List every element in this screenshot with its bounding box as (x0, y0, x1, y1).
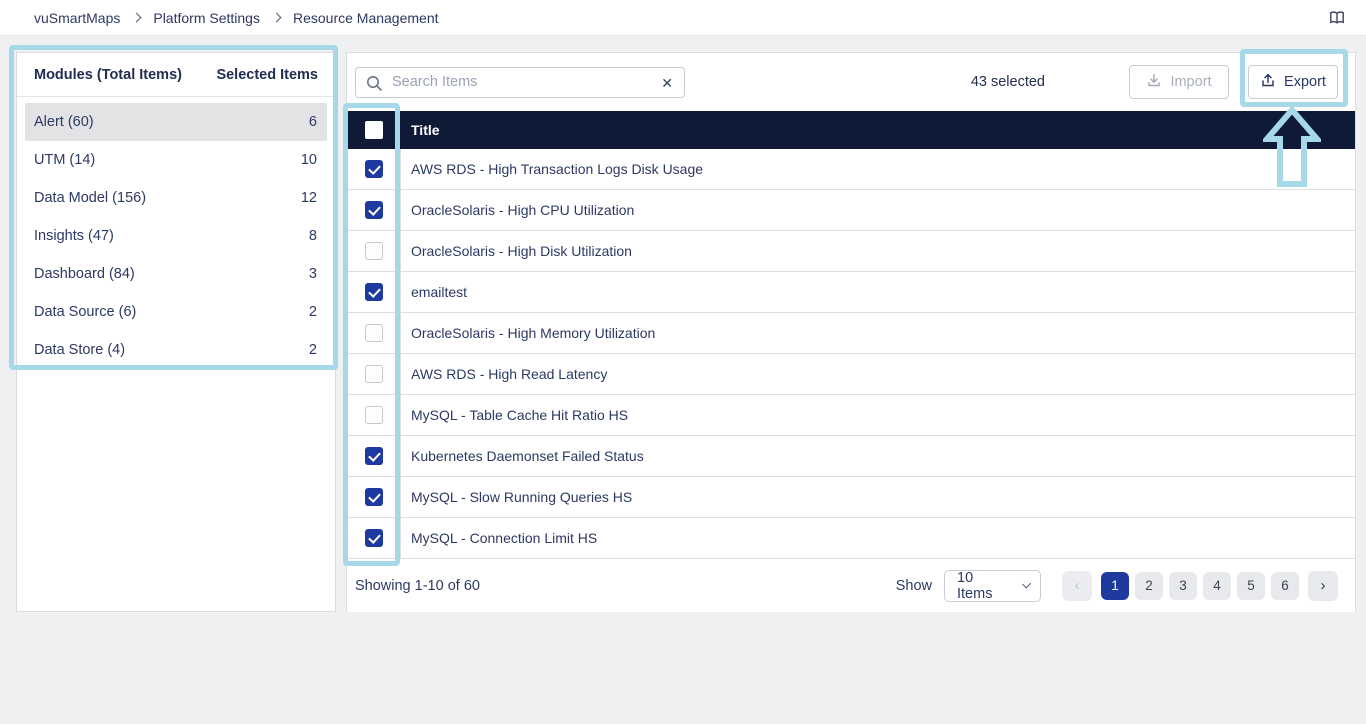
selected-items-header-label: Selected Items (216, 66, 318, 83)
module-selected-count: 2 (308, 304, 317, 320)
table-row: emailtest (347, 272, 1355, 313)
page-button[interactable]: 1 (1101, 571, 1129, 600)
row-title: MySQL - Connection Limit HS (411, 530, 598, 546)
prev-page-button[interactable]: ‹ (1062, 570, 1092, 601)
table-header: Title (347, 111, 1355, 149)
table-row: AWS RDS - High Read Latency (347, 354, 1355, 395)
table-row: MySQL - Connection Limit HS (347, 518, 1355, 559)
row-title: MySQL - Table Cache Hit Ratio HS (411, 407, 629, 423)
page-button[interactable]: 4 (1203, 571, 1231, 600)
module-label: Insights (47) (34, 228, 114, 244)
show-label: Show (895, 577, 932, 594)
breadcrumb-vusmartmaps[interactable]: vuSmartMaps (34, 10, 120, 26)
table-row: OracleSolaris - High Memory Utilization (347, 313, 1355, 354)
chevron-down-icon (1021, 579, 1031, 589)
page-size-value: 10 Items (957, 569, 993, 602)
sidebar-item-data-model[interactable]: Data Model (156) 12 (25, 179, 327, 217)
next-page-button[interactable]: › (1308, 570, 1338, 601)
table-row: Kubernetes Daemonset Failed Status (347, 436, 1355, 477)
upload-icon (1260, 72, 1276, 92)
page-button[interactable]: 2 (1135, 571, 1163, 600)
row-title: AWS RDS - High Read Latency (411, 366, 608, 382)
modules-panel: Modules (Total Items) Selected Items Ale… (16, 52, 336, 612)
module-label: Data Store (4) (34, 342, 126, 358)
table-row: OracleSolaris - High Disk Utilization (347, 231, 1355, 272)
page-button[interactable]: 3 (1169, 571, 1197, 600)
toolbar: ✕ 43 selected Import Export (347, 53, 1355, 111)
resource-list-panel: ✕ 43 selected Import Export (346, 52, 1356, 612)
row-title: OracleSolaris - High Disk Utilization (411, 243, 632, 259)
page-size-select[interactable]: 10 Items (944, 569, 1041, 602)
sidebar-item-data-store[interactable]: Data Store (4) 2 (25, 331, 327, 369)
table-row: AWS RDS - High Transaction Logs Disk Usa… (347, 149, 1355, 190)
import-label: Import (1170, 74, 1212, 90)
table-row: MySQL - Slow Running Queries HS (347, 477, 1355, 518)
row-checkbox[interactable] (364, 529, 383, 547)
top-bar: vuSmartMaps Platform Settings Resource M… (0, 0, 1366, 36)
modules-list: Alert (60) 6 UTM (14) 10 Data Model (156… (17, 97, 335, 369)
row-checkbox[interactable] (364, 201, 383, 219)
download-icon (1146, 72, 1162, 92)
clear-search-icon[interactable]: ✕ (661, 74, 673, 92)
showing-label: Showing 1-10 of 60 (355, 577, 480, 594)
title-column-header: Title (411, 122, 440, 138)
modules-header-label: Modules (Total Items) (34, 66, 182, 83)
module-label: Data Source (6) (34, 304, 137, 320)
sidebar-item-alert[interactable]: Alert (60) 6 (25, 103, 327, 141)
table-body: AWS RDS - High Transaction Logs Disk Usa… (347, 149, 1355, 559)
sidebar-item-insights[interactable]: Insights (47) 8 (25, 217, 327, 255)
row-checkbox[interactable] (364, 406, 383, 424)
export-label: Export (1284, 74, 1326, 90)
export-button[interactable]: Export (1248, 65, 1338, 99)
table-row: OracleSolaris - High CPU Utilization (347, 190, 1355, 231)
search-box: ✕ (355, 66, 685, 98)
search-icon (366, 75, 383, 97)
module-selected-count: 8 (308, 228, 317, 244)
row-checkbox[interactable] (364, 447, 383, 465)
row-checkbox[interactable] (364, 488, 383, 506)
row-checkbox[interactable] (364, 365, 383, 383)
module-label: UTM (14) (34, 152, 96, 168)
module-label: Data Model (156) (34, 190, 147, 206)
pagination: ‹ 1 2 3 4 5 6 › (1062, 570, 1338, 601)
row-checkbox[interactable] (364, 283, 383, 301)
import-button[interactable]: Import (1129, 65, 1229, 99)
row-title: emailtest (411, 284, 468, 300)
row-checkbox[interactable] (364, 242, 383, 260)
module-selected-count: 6 (308, 114, 317, 130)
module-label: Dashboard (84) (34, 266, 135, 282)
breadcrumb-resource-management[interactable]: Resource Management (293, 10, 439, 26)
module-label: Alert (60) (34, 114, 94, 130)
breadcrumb: vuSmartMaps Platform Settings Resource M… (34, 10, 439, 26)
module-selected-count: 2 (308, 342, 317, 358)
row-title: Kubernetes Daemonset Failed Status (411, 448, 644, 464)
breadcrumb-platform-settings[interactable]: Platform Settings (153, 10, 260, 26)
chevron-right-icon (131, 12, 142, 23)
row-checkbox[interactable] (364, 160, 383, 178)
row-title: OracleSolaris - High CPU Utilization (411, 202, 635, 218)
module-selected-count: 3 (308, 266, 317, 282)
select-all-checkbox[interactable] (365, 121, 383, 139)
page-button[interactable]: 6 (1271, 571, 1299, 600)
sidebar-item-utm[interactable]: UTM (14) 10 (25, 141, 327, 179)
row-title: MySQL - Slow Running Queries HS (411, 489, 633, 505)
row-checkbox[interactable] (364, 324, 383, 342)
module-selected-count: 10 (300, 152, 317, 168)
sidebar-item-data-source[interactable]: Data Source (6) 2 (25, 293, 327, 331)
table-footer: Showing 1-10 of 60 Show 10 Items ‹ 1 2 3… (347, 559, 1355, 612)
chevron-right-icon (271, 12, 282, 23)
page-button[interactable]: 5 (1237, 571, 1265, 600)
selected-count: 43 selected (970, 74, 1045, 90)
book-icon[interactable] (1328, 9, 1346, 26)
row-title: AWS RDS - High Transaction Logs Disk Usa… (411, 161, 704, 177)
modules-panel-header: Modules (Total Items) Selected Items (17, 53, 335, 97)
module-selected-count: 12 (300, 190, 317, 206)
row-title: OracleSolaris - High Memory Utilization (411, 325, 656, 341)
search-input[interactable] (356, 67, 684, 97)
table-row: MySQL - Table Cache Hit Ratio HS (347, 395, 1355, 436)
sidebar-item-dashboard[interactable]: Dashboard (84) 3 (25, 255, 327, 293)
